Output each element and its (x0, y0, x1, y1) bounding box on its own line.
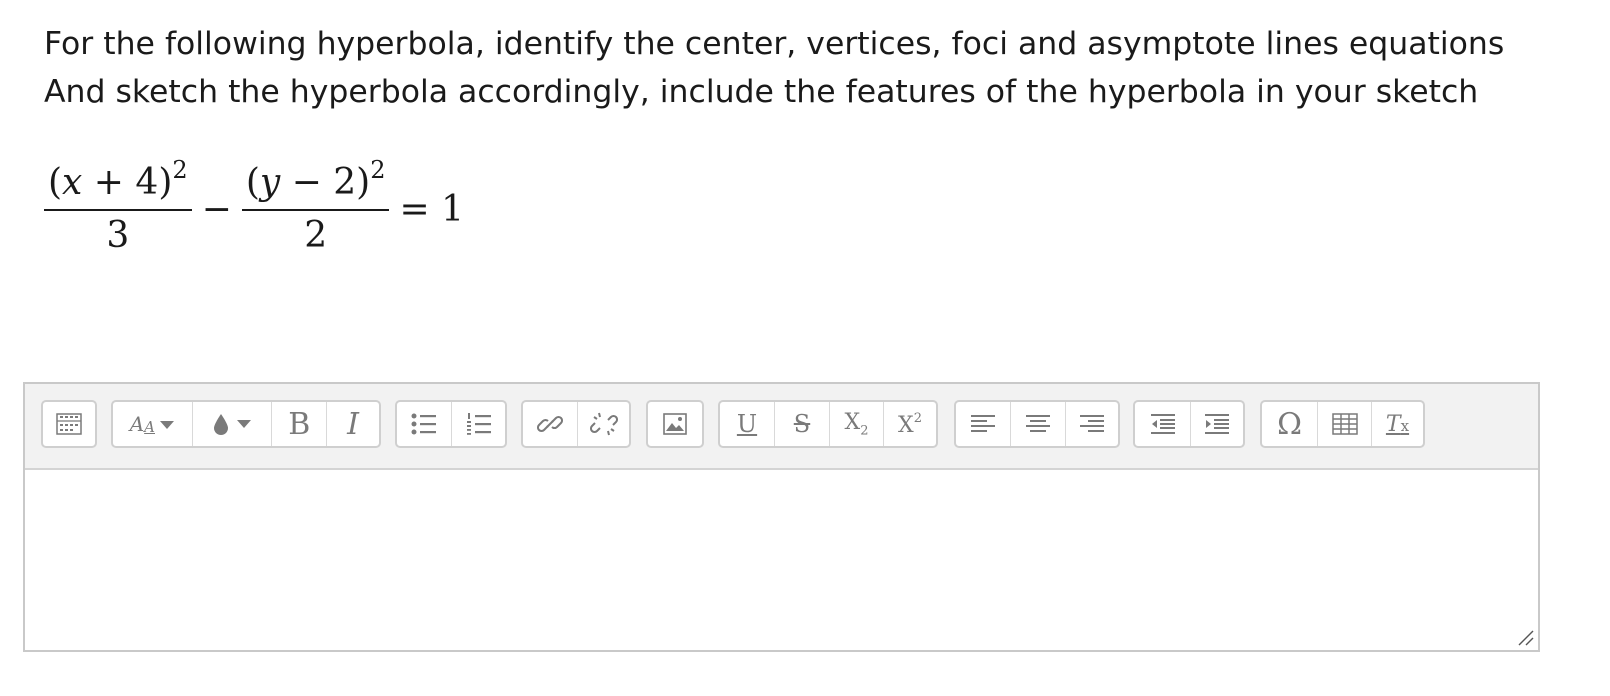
image-icon (663, 413, 687, 435)
question-line-1: For the following hyperbola, identify th… (44, 26, 1505, 62)
resize-handle-icon[interactable] (1516, 628, 1534, 646)
unlink-icon (589, 412, 618, 436)
toolbar-toggle-button[interactable] (43, 402, 95, 446)
underline-button[interactable]: U (720, 402, 775, 446)
question-text: For the following hyperbola, identify th… (44, 20, 1504, 116)
table-button[interactable] (1318, 402, 1372, 446)
link-icon (537, 415, 563, 433)
align-center-button[interactable] (1011, 402, 1066, 446)
toolbar-group-text-style: U S X2 X2 (718, 400, 938, 448)
italic-button[interactable]: I (327, 402, 379, 446)
answer-editor: AA B I U S X2 X2 Ω Tx (23, 382, 1540, 652)
special-character-icon: Ω (1277, 406, 1302, 442)
editor-content-area[interactable] (25, 470, 1538, 652)
font-color-icon (212, 412, 252, 436)
italic-icon: I (347, 406, 360, 442)
table-icon (1331, 413, 1358, 435)
editor-toolbar: AA B I U S X2 X2 Ω Tx (25, 384, 1538, 470)
minus-sign: − (201, 188, 232, 230)
align-right-button[interactable] (1066, 402, 1118, 446)
toolbar-group-toggle (41, 400, 97, 448)
fraction-y-numerator: (y − 2)2 (241, 158, 390, 211)
toolbar-group-lists (395, 400, 507, 448)
align-left-button[interactable] (956, 402, 1011, 446)
superscript-icon: X2 (898, 410, 922, 438)
toolbar-group-image (646, 400, 704, 448)
special-character-button[interactable]: Ω (1262, 402, 1318, 446)
strikethrough-icon: S (793, 410, 811, 438)
subscript-button[interactable]: X2 (830, 402, 884, 446)
fraction-x-numerator: (x + 4)2 (44, 158, 192, 211)
outdent-icon (1150, 414, 1175, 434)
bullet-list-button[interactable] (397, 402, 452, 446)
strikethrough-button[interactable]: S (775, 402, 830, 446)
fraction-y-denominator: 2 (304, 215, 328, 256)
superscript-button[interactable]: X2 (884, 402, 936, 446)
toolbar-group-indent (1133, 400, 1245, 448)
indent-icon (1205, 414, 1229, 434)
font-size-button[interactable]: AA (113, 402, 193, 446)
subscript-icon: X2 (844, 409, 869, 439)
bold-icon: B (288, 406, 311, 442)
insert-image-button[interactable] (648, 402, 702, 446)
numbered-list-icon (466, 413, 491, 435)
indent-button[interactable] (1191, 402, 1243, 446)
numbered-list-button[interactable] (452, 402, 505, 446)
bold-button[interactable]: B (272, 402, 328, 446)
fraction-x: (x + 4)2 3 (44, 158, 192, 256)
clear-formatting-icon: Tx (1385, 411, 1410, 437)
toolbar-toggle-icon (56, 413, 82, 435)
unlink-button[interactable] (578, 402, 629, 446)
font-size-icon: AA (130, 412, 175, 436)
align-center-icon (1026, 415, 1050, 432)
toolbar-group-insert: Ω Tx (1260, 400, 1425, 448)
bullet-list-icon (411, 413, 436, 435)
align-right-icon (1080, 415, 1104, 432)
outdent-button[interactable] (1135, 402, 1191, 446)
align-left-icon (971, 415, 995, 432)
link-button[interactable] (523, 402, 578, 446)
toolbar-group-align (954, 400, 1120, 448)
toolbar-group-links (521, 400, 631, 448)
toolbar-group-format: AA B I (111, 400, 381, 448)
font-color-button[interactable] (193, 402, 273, 446)
clear-formatting-button[interactable]: Tx (1372, 402, 1423, 446)
fraction-y: (y − 2)2 2 (241, 158, 390, 256)
question-line-2: And sketch the hyperbola accordingly, in… (44, 74, 1479, 110)
hyperbola-equation: (x + 4)2 3 − (y − 2)2 2 = 1 (44, 158, 474, 256)
equals-one: = 1 (399, 188, 464, 230)
underline-icon: U (736, 410, 758, 438)
fraction-x-denominator: 3 (106, 215, 130, 256)
